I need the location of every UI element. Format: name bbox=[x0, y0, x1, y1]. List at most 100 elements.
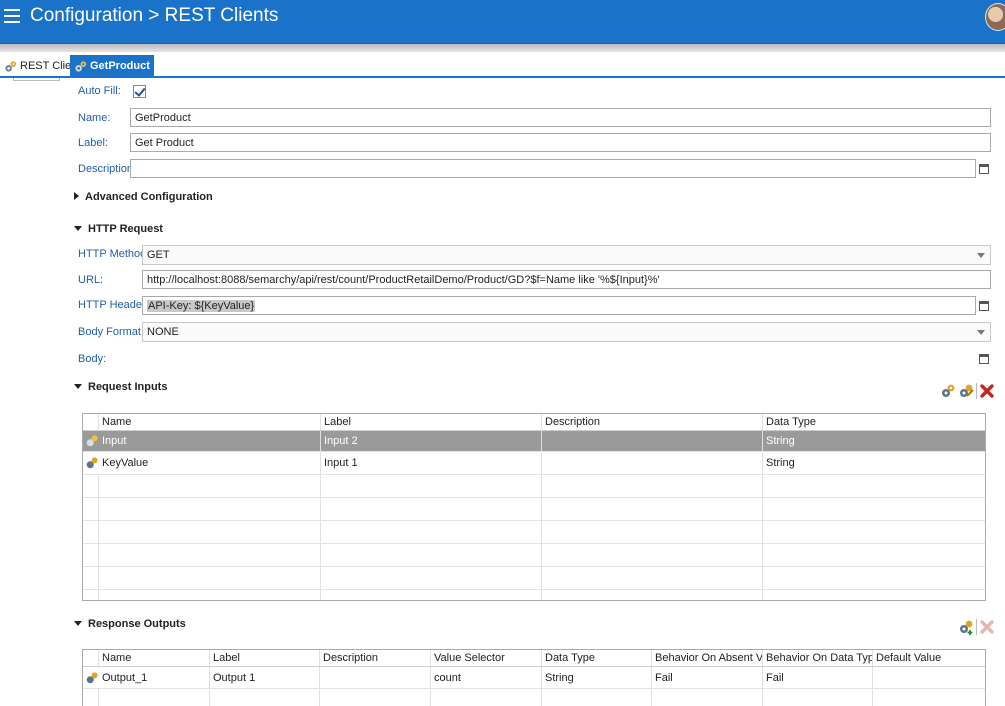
column-header[interactable]: Value Selector bbox=[431, 650, 542, 666]
label-label: Label: bbox=[78, 137, 108, 149]
column-header[interactable]: Description bbox=[542, 414, 763, 430]
body-format-select[interactable]: NONE bbox=[142, 322, 991, 342]
app-header: Configuration > REST Clients bbox=[0, 0, 1005, 44]
select-value: NONE bbox=[147, 326, 179, 338]
http-request-section[interactable]: HTTP Request bbox=[74, 223, 163, 235]
label-field[interactable]: Get Product bbox=[130, 133, 991, 152]
hamburger-menu-icon[interactable] bbox=[4, 9, 20, 23]
url-field[interactable]: http://localhost:8088/semarchy/api/rest/… bbox=[142, 270, 991, 289]
description-field[interactable] bbox=[130, 159, 976, 178]
cell-name: Output_1 bbox=[99, 667, 210, 688]
table-header: Name Label Description Data Type bbox=[83, 414, 985, 431]
auto-fill-checkbox[interactable] bbox=[133, 85, 146, 98]
column-header[interactable]: Label bbox=[321, 414, 542, 430]
cell-description bbox=[542, 452, 763, 474]
description-label: Description: bbox=[78, 163, 137, 175]
chevron-down-icon bbox=[977, 253, 985, 258]
input-parameter-icon bbox=[86, 435, 98, 447]
page-title: Configuration > REST Clients bbox=[30, 5, 279, 26]
table-row[interactable]: KeyValue Input 1 String bbox=[83, 452, 985, 475]
response-outputs-section[interactable]: Response Outputs bbox=[74, 618, 186, 630]
section-title: HTTP Request bbox=[88, 223, 163, 235]
request-inputs-section[interactable]: Request Inputs bbox=[74, 381, 167, 393]
column-header[interactable]: Data Type bbox=[763, 414, 985, 430]
empty-row bbox=[83, 590, 985, 600]
column-header[interactable]: Name bbox=[99, 650, 210, 666]
cell-description bbox=[320, 667, 431, 688]
expand-arrow-icon bbox=[74, 192, 79, 200]
cell-name: KeyValue bbox=[99, 452, 321, 474]
cell-data-type: String bbox=[763, 431, 985, 451]
chevron-down-icon bbox=[977, 330, 985, 335]
empty-row bbox=[83, 498, 985, 521]
section-title: Response Outputs bbox=[88, 618, 186, 630]
column-header[interactable]: Default Value bbox=[873, 650, 985, 666]
empty-row bbox=[83, 521, 985, 544]
cell-value-selector: count bbox=[431, 667, 542, 688]
add-output-icon[interactable] bbox=[958, 619, 974, 635]
expand-editor-icon[interactable] bbox=[979, 164, 989, 174]
editor-tabstrip: REST Clients GetProduct ✕ bbox=[0, 52, 1005, 78]
expand-editor-icon[interactable] bbox=[979, 354, 989, 364]
collapse-arrow-icon bbox=[74, 226, 82, 231]
input-parameter-icon bbox=[86, 457, 98, 469]
toolbar-separator bbox=[976, 383, 977, 399]
column-header[interactable]: Data Type bbox=[542, 650, 652, 666]
cell-label: Input 2 bbox=[321, 431, 542, 451]
column-header[interactable]: Behavior On Data Type ... bbox=[763, 650, 873, 666]
cell-description bbox=[542, 431, 763, 451]
section-title: Request Inputs bbox=[88, 381, 168, 393]
add-input-icon[interactable] bbox=[940, 383, 956, 399]
header-text-highlight: API-Key: ${KeyValue} bbox=[147, 300, 256, 312]
close-icon[interactable]: ✕ bbox=[157, 59, 167, 73]
column-header[interactable]: Label bbox=[210, 650, 320, 666]
cell-name: Input bbox=[99, 431, 321, 451]
http-headers-field[interactable]: API-Key: ${KeyValue} bbox=[142, 296, 976, 315]
http-method-select[interactable]: GET bbox=[142, 245, 991, 265]
column-header[interactable]: Behavior On Absent Value bbox=[652, 650, 763, 666]
tab-rest-clients[interactable]: REST Clients bbox=[0, 55, 86, 77]
request-inputs-table: Name Label Description Data Type Input I… bbox=[82, 413, 986, 601]
response-outputs-table: Name Label Description Value Selector Da… bbox=[82, 649, 986, 706]
tab-getproduct[interactable]: GetProduct ✕ bbox=[70, 55, 167, 77]
toolbar-separator bbox=[976, 619, 977, 635]
name-field[interactable]: GetProduct bbox=[130, 108, 991, 127]
body-format-label: Body Format: bbox=[78, 326, 145, 338]
body-label: Body: bbox=[78, 353, 107, 365]
cell-default-value bbox=[873, 667, 985, 688]
row-header-corner bbox=[83, 650, 99, 666]
advanced-configuration-section[interactable]: Advanced Configuration bbox=[74, 191, 213, 203]
empty-row bbox=[83, 475, 985, 498]
column-header[interactable]: Description bbox=[320, 650, 431, 666]
table-row[interactable]: Output_1 Output 1 count String Fail Fail bbox=[83, 667, 985, 689]
delete-icon[interactable] bbox=[979, 383, 995, 399]
cell-data-type: String bbox=[763, 452, 985, 474]
header-shadow bbox=[0, 44, 1005, 52]
empty-row bbox=[83, 567, 985, 590]
column-header[interactable]: Name bbox=[99, 414, 321, 430]
collapse-arrow-icon bbox=[74, 621, 82, 626]
table-row[interactable]: Input Input 2 String bbox=[83, 431, 985, 452]
cell-behavior-type-error: Fail bbox=[763, 667, 873, 688]
select-value: GET bbox=[147, 249, 170, 261]
section-title: Advanced Configuration bbox=[85, 191, 213, 203]
cell-behavior-absent: Fail bbox=[652, 667, 763, 688]
edit-input-icon[interactable] bbox=[958, 383, 974, 399]
cell-data-type: String bbox=[542, 667, 652, 688]
table-header: Name Label Description Value Selector Da… bbox=[83, 650, 985, 667]
row-header-corner bbox=[83, 414, 99, 430]
auto-fill-label: Auto Fill: bbox=[78, 85, 121, 97]
tab-label: GetProduct bbox=[90, 60, 150, 72]
expand-editor-icon[interactable] bbox=[979, 301, 989, 311]
user-avatar-icon[interactable] bbox=[985, 3, 1005, 31]
empty-row bbox=[83, 544, 985, 567]
output-parameter-icon bbox=[86, 672, 98, 684]
cell-label: Output 1 bbox=[210, 667, 320, 688]
empty-row bbox=[83, 689, 985, 706]
cell-label: Input 1 bbox=[321, 452, 542, 474]
url-label: URL: bbox=[78, 274, 104, 286]
delete-icon-disabled[interactable] bbox=[979, 619, 995, 635]
side-panel-stub bbox=[13, 78, 60, 81]
rest-client-gear-icon bbox=[5, 60, 17, 72]
rest-client-gear-icon bbox=[75, 60, 87, 72]
